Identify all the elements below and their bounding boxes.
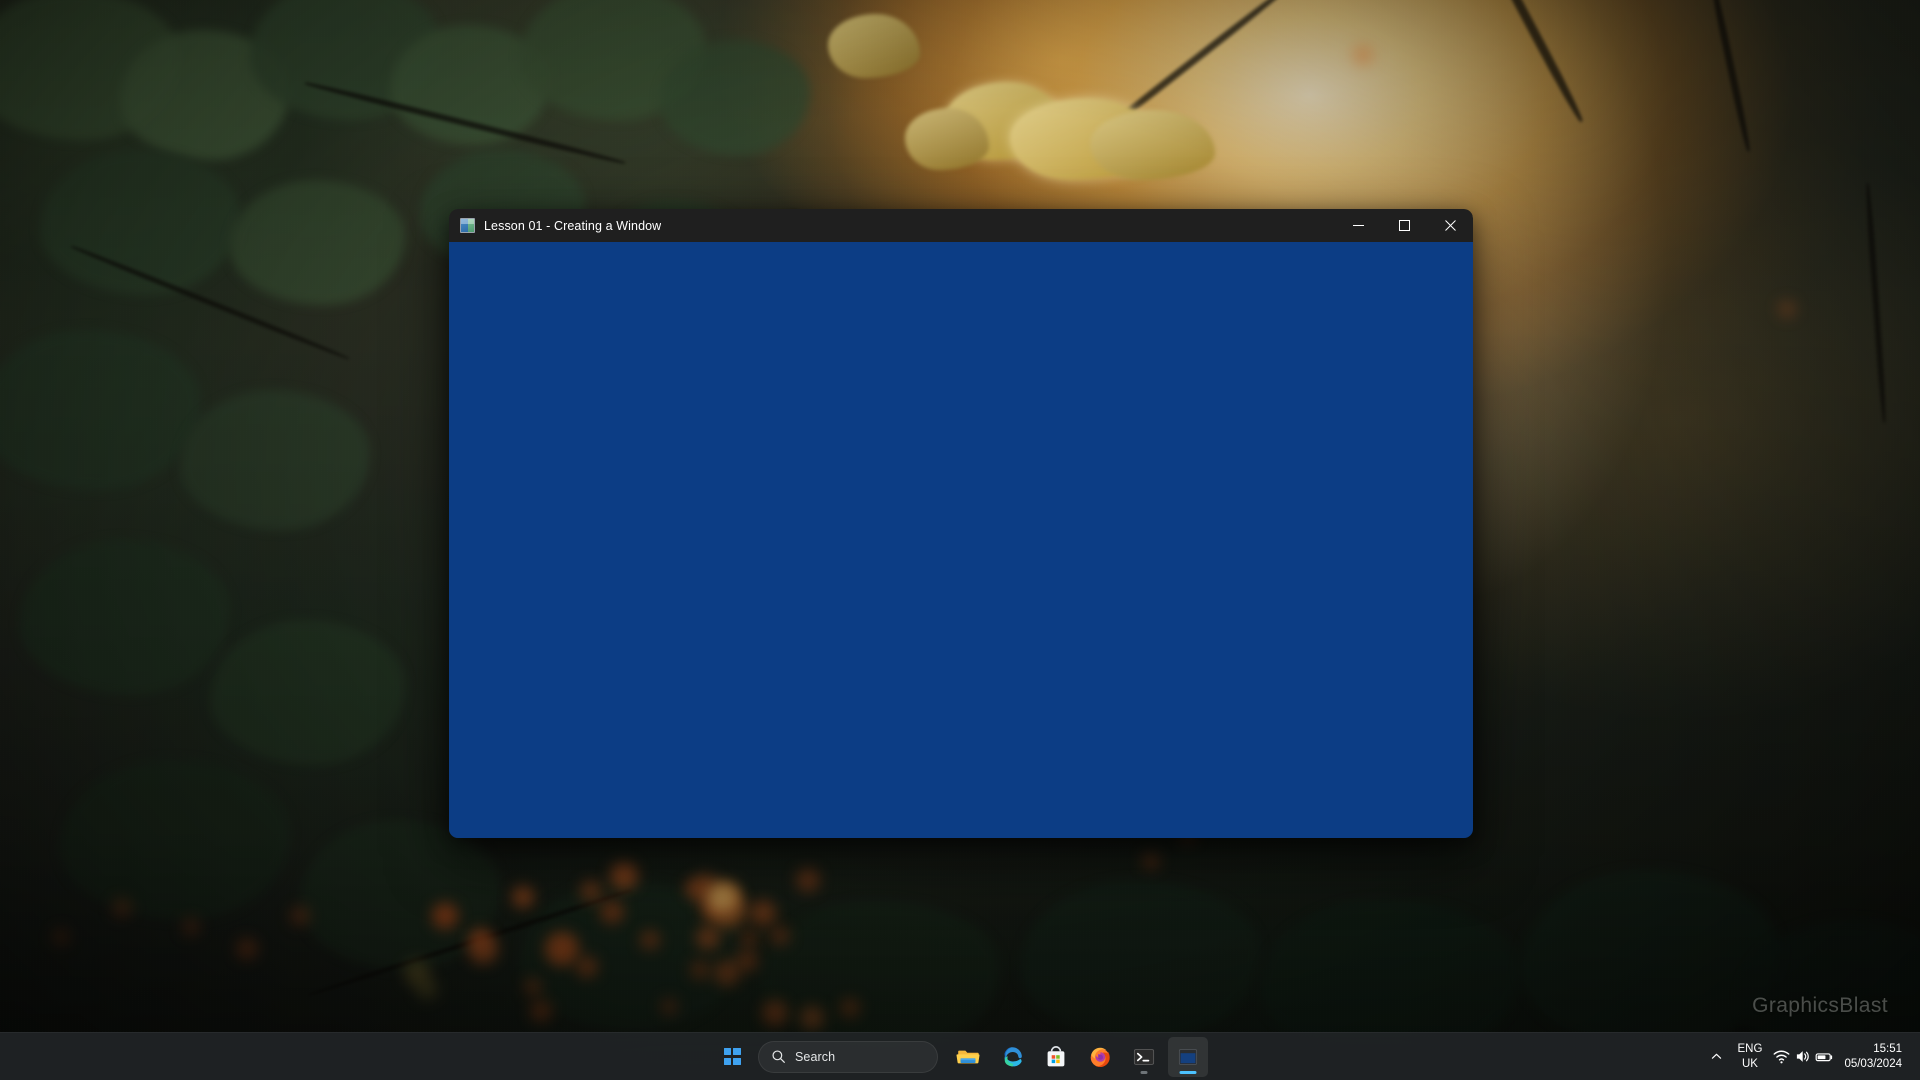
title-bar[interactable]: Lesson 01 - Creating a Window xyxy=(449,209,1473,242)
app-window-icon xyxy=(1178,1048,1198,1065)
maximize-icon xyxy=(1398,220,1410,231)
wifi-icon xyxy=(1774,1050,1790,1064)
window-client-area[interactable] xyxy=(449,242,1473,838)
language-line-1: ENG xyxy=(1737,1043,1763,1056)
tray-overflow-button[interactable] xyxy=(1703,1037,1730,1077)
system-tray: ENG UK 15:51 05/03/2024 xyxy=(1703,1033,1920,1080)
clock-date: 05/03/2024 xyxy=(1844,1057,1902,1070)
minimize-button[interactable] xyxy=(1335,209,1381,242)
app-window[interactable]: Lesson 01 - Creating a Window xyxy=(449,209,1473,838)
window-title: Lesson 01 - Creating a Window xyxy=(484,218,662,233)
title-bar-left: Lesson 01 - Creating a Window xyxy=(449,218,1335,233)
close-button[interactable] xyxy=(1427,209,1473,242)
edge-icon xyxy=(1004,1046,1022,1066)
taskbar-active-indicator xyxy=(1179,1070,1197,1074)
store-icon xyxy=(1047,1045,1065,1066)
taskbar-app-lesson-01[interactable] xyxy=(1168,1036,1208,1077)
taskbar-app-terminal[interactable] xyxy=(1124,1037,1164,1077)
taskbar-app-microsoft-edge[interactable] xyxy=(992,1037,1032,1077)
tray-status-group[interactable] xyxy=(1770,1037,1836,1077)
search-placeholder: Search xyxy=(795,1049,836,1064)
folder-icon xyxy=(956,1050,980,1063)
battery-icon xyxy=(1816,1052,1833,1061)
start-button[interactable] xyxy=(712,1037,752,1077)
taskbar[interactable]: Search ENG UK 15:51 05/03/2024 xyxy=(0,1032,1920,1080)
chevron-up-icon xyxy=(1711,1053,1721,1059)
terminal-icon xyxy=(1133,1048,1155,1065)
taskbar-app-file-explorer[interactable] xyxy=(948,1037,988,1077)
search-input[interactable]: Search xyxy=(758,1040,938,1073)
window-controls xyxy=(1335,209,1473,242)
desktop[interactable]: GraphicsBlast Lesson 01 - Creating a Win… xyxy=(0,0,1920,1080)
taskbar-app-microsoft-store[interactable] xyxy=(1036,1037,1076,1077)
watermark: GraphicsBlast xyxy=(1752,994,1888,1017)
clock[interactable]: 15:51 05/03/2024 xyxy=(1836,1037,1914,1077)
language-indicator[interactable]: ENG UK xyxy=(1730,1037,1771,1077)
search-icon xyxy=(772,1050,785,1063)
close-icon xyxy=(1444,220,1456,231)
language-line-2: UK xyxy=(1741,1057,1758,1070)
minimize-icon xyxy=(1352,225,1364,226)
app-window-icon xyxy=(460,218,475,233)
windows-logo-icon xyxy=(723,1048,741,1065)
clock-time: 15:51 xyxy=(1873,1043,1902,1056)
firefox-icon xyxy=(1090,1047,1110,1067)
maximize-button[interactable] xyxy=(1381,209,1427,242)
taskbar-center-group: Search xyxy=(712,1033,1208,1080)
speaker-icon xyxy=(1797,1051,1810,1062)
taskbar-app-firefox[interactable] xyxy=(1080,1037,1120,1077)
taskbar-running-indicator xyxy=(1140,1070,1148,1074)
